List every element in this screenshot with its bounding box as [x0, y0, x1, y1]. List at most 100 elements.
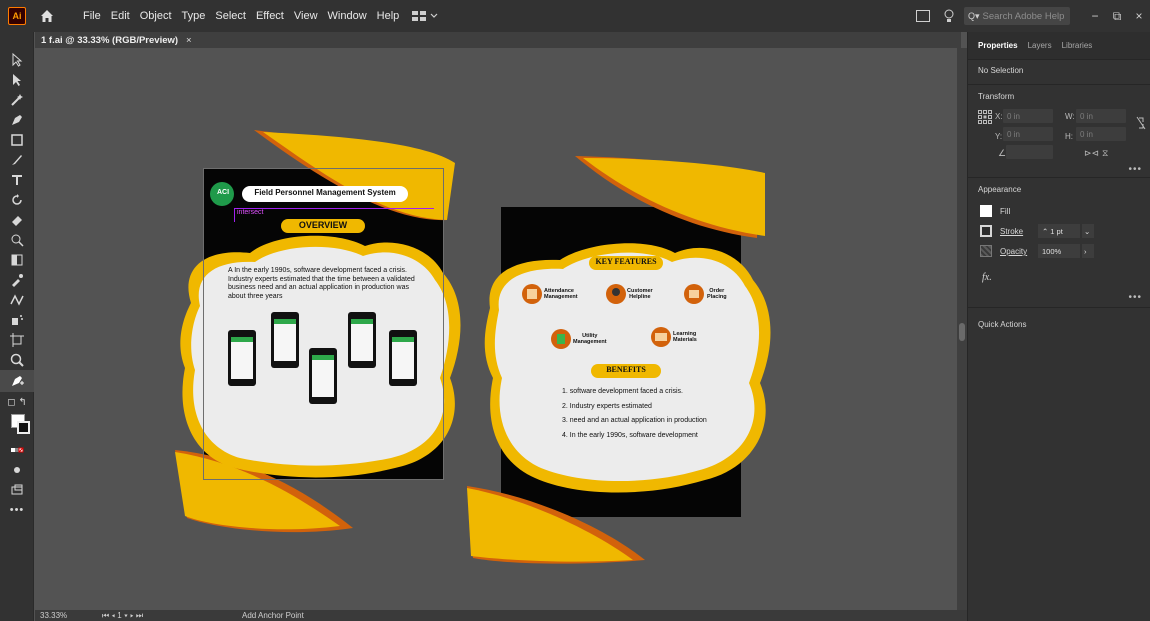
more-options-icon[interactable]: ••• — [1128, 292, 1142, 303]
constrain-proportions-icon[interactable] — [1136, 116, 1146, 130]
menu-edit[interactable]: Edit — [106, 10, 135, 22]
appearance-heading: Appearance — [978, 185, 1022, 194]
stroke-dropdown[interactable]: ⌄ — [1082, 224, 1094, 238]
eraser-tool-icon[interactable] — [0, 210, 34, 230]
minimize-icon[interactable]: − — [1084, 9, 1106, 23]
artboard-tool-icon[interactable] — [0, 330, 34, 350]
opacity-field[interactable]: 100% — [1038, 244, 1080, 258]
vertical-scrollbar[interactable] — [957, 48, 967, 610]
paintbrush-tool-icon[interactable] — [0, 150, 34, 170]
status-mode[interactable]: Add Anchor Point — [242, 611, 304, 620]
feature-utility-line2: Management — [573, 339, 607, 345]
menu-select[interactable]: Select — [210, 10, 251, 22]
document-title: 1 f.ai @ 33.33% (RGB/Preview) — [41, 34, 179, 46]
reference-point-icon[interactable] — [978, 110, 992, 124]
free-transform-tool-icon[interactable] — [0, 250, 34, 270]
flip-vertical-icon[interactable]: ⧖ — [1102, 148, 1108, 159]
swap-fill-stroke-icon[interactable]: ◻ ↰ — [0, 392, 34, 412]
pen-tool-icon[interactable] — [0, 110, 34, 130]
feature-attendance[interactable]: Attendance Management — [544, 288, 578, 300]
canvas-area[interactable]: ACI Field Personnel Management System in… — [35, 48, 957, 610]
zoom-tool-icon[interactable] — [0, 350, 34, 370]
benefit-item: 2. Industry experts estimated — [562, 402, 652, 410]
eyedropper-tool-icon[interactable] — [0, 270, 34, 290]
feature-customer[interactable]: Customer Helpline — [627, 288, 653, 300]
w-field[interactable]: 0 in — [1076, 109, 1126, 123]
menu-file[interactable]: File — [78, 10, 106, 22]
direct-selection-tool-icon[interactable] — [0, 70, 34, 90]
zoom-level[interactable]: 33.33% — [40, 611, 92, 620]
menu-object[interactable]: Object — [135, 10, 177, 22]
menu-window[interactable]: Window — [323, 10, 372, 22]
overview-body[interactable]: A In the early 1990s, software developme… — [228, 267, 426, 301]
fx-icon[interactable]: fx. — [982, 272, 992, 283]
menu-items: File Edit Object Type Select Effect View… — [78, 10, 404, 22]
type-tool-icon[interactable] — [0, 170, 34, 190]
stroke-label[interactable]: Stroke — [1000, 227, 1023, 236]
document-tab[interactable]: 1 f.ai @ 33.33% (RGB/Preview) × — [41, 32, 192, 48]
tab-layers[interactable]: Layers — [1028, 41, 1052, 50]
key-features-heading[interactable]: KEY FEATURES — [589, 257, 663, 266]
home-icon[interactable] — [38, 7, 56, 25]
scrollbar-thumb[interactable] — [959, 323, 965, 341]
x-field[interactable]: 0 in — [1003, 109, 1053, 123]
tab-libraries[interactable]: Libraries — [1062, 41, 1093, 50]
overview-heading[interactable]: OVERVIEW — [281, 220, 365, 230]
opacity-arrow[interactable]: › — [1082, 244, 1094, 258]
arrange-documents-icon[interactable] — [916, 10, 930, 22]
stroke-color-swatch[interactable] — [980, 225, 992, 237]
illustrator-window: Ai File Edit Object Type Select Effect V… — [0, 0, 1150, 621]
feature-order[interactable]: Order Placing — [707, 288, 727, 300]
fill-color-swatch[interactable] — [980, 205, 992, 217]
quick-actions-heading: Quick Actions — [978, 320, 1027, 329]
tools-panel: ◻ ↰ ••• — [0, 32, 34, 621]
h-label: H: — [1065, 132, 1073, 141]
search-help-input[interactable]: Q▾ Search Adobe Help — [964, 7, 1070, 25]
maximize-icon[interactable]: ⧉ — [1106, 9, 1128, 24]
h-field[interactable]: 0 in — [1076, 127, 1126, 141]
color-mode-icons[interactable] — [0, 440, 34, 460]
search-icon: Q▾ — [968, 10, 980, 21]
feature-learning[interactable]: Learning Materials — [673, 331, 697, 343]
benefits-list[interactable]: 1. software development faced a crisis. … — [562, 385, 707, 443]
app-title[interactable]: Field Personnel Management System — [242, 188, 408, 197]
rectangle-tool-icon[interactable] — [0, 130, 34, 150]
fill-label: Fill — [1000, 207, 1011, 216]
active-tool-icon[interactable] — [0, 370, 34, 392]
grid-layout-icon — [412, 11, 427, 21]
benefits-heading[interactable]: BENEFITS — [591, 365, 661, 374]
menu-view[interactable]: View — [289, 10, 323, 22]
flip-horizontal-icon[interactable]: ⊳⊲ — [1084, 148, 1099, 159]
artboard-navigator[interactable]: ⏮ ◂ 1 ▾ ▸ ⏭ — [102, 611, 202, 621]
close-tab-icon[interactable]: × — [186, 35, 192, 46]
more-options-icon[interactable]: ••• — [1128, 164, 1142, 175]
menu-effect[interactable]: Effect — [251, 10, 289, 22]
feature-customer-line2: Helpline — [629, 294, 651, 300]
fill-stroke-swatches[interactable] — [0, 412, 33, 440]
screen-mode-icon[interactable] — [0, 480, 34, 500]
symbol-sprayer-tool-icon[interactable] — [0, 310, 34, 330]
opacity-label[interactable]: Opacity — [1000, 247, 1027, 256]
chevron-down-icon — [430, 13, 438, 18]
workspace-switcher[interactable] — [412, 11, 438, 21]
lightbulb-icon[interactable] — [942, 8, 956, 24]
stroke-swatch[interactable] — [17, 421, 30, 434]
feature-utility[interactable]: Utility Management — [573, 333, 607, 345]
rotate-field[interactable] — [1006, 145, 1053, 159]
magic-wand-tool-icon[interactable] — [0, 90, 34, 110]
menu-type[interactable]: Type — [177, 10, 211, 22]
scale-tool-icon[interactable] — [0, 230, 34, 250]
selection-tool-icon[interactable] — [0, 50, 34, 70]
opacity-icon — [980, 245, 992, 257]
tab-properties[interactable]: Properties — [978, 41, 1018, 50]
rotate-tool-icon[interactable] — [0, 190, 34, 210]
draw-mode-icon[interactable] — [0, 460, 34, 480]
stroke-weight-field[interactable]: ⌃ 1 pt — [1038, 224, 1080, 238]
more-tools-icon[interactable]: ••• — [0, 500, 34, 520]
divider — [968, 307, 1150, 308]
menu-help[interactable]: Help — [372, 10, 405, 22]
benefit-item: 3. need and an actual application in pro… — [562, 417, 707, 424]
blend-tool-icon[interactable] — [0, 290, 34, 310]
y-field[interactable]: 0 in — [1003, 127, 1053, 141]
close-window-icon[interactable]: × — [1128, 9, 1150, 23]
